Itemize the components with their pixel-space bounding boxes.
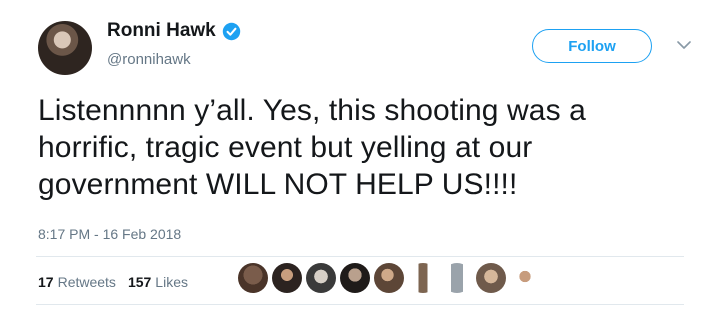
liker-avatar[interactable] xyxy=(476,263,506,293)
liker-avatars xyxy=(238,263,544,293)
divider xyxy=(36,256,684,257)
liker-avatar[interactable] xyxy=(442,263,472,293)
display-name[interactable]: Ronni Hawk xyxy=(107,20,216,42)
liker-avatar[interactable] xyxy=(306,263,336,293)
avatar[interactable] xyxy=(38,21,92,75)
handle[interactable]: @ronnihawk xyxy=(107,51,191,68)
liker-avatar[interactable] xyxy=(510,263,540,293)
liker-avatar[interactable] xyxy=(408,263,438,293)
liker-avatar[interactable] xyxy=(238,263,268,293)
likes-count[interactable]: 157 xyxy=(128,274,151,290)
follow-button[interactable]: Follow xyxy=(532,29,652,63)
likes-label[interactable]: Likes xyxy=(155,274,188,290)
liker-avatar[interactable] xyxy=(340,263,370,293)
name-row: Ronni Hawk xyxy=(107,20,241,42)
verified-badge-icon xyxy=(222,22,240,40)
liker-avatar[interactable] xyxy=(272,263,302,293)
timestamp[interactable]: 8:17 PM - 16 Feb 2018 xyxy=(38,226,181,242)
tweet-stats: 17 Retweets 157 Likes xyxy=(38,274,200,290)
divider xyxy=(36,304,684,305)
retweets-count[interactable]: 17 xyxy=(38,274,54,290)
chevron-down-icon[interactable] xyxy=(677,40,691,50)
retweets-label[interactable]: Retweets xyxy=(58,274,116,290)
liker-avatar[interactable] xyxy=(374,263,404,293)
tweet-text: Listennnnn y’all. Yes, this shooting was… xyxy=(38,94,586,201)
